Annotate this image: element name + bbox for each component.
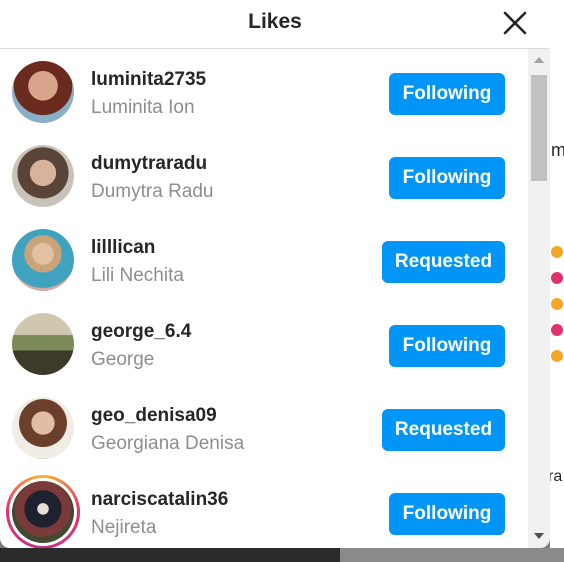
list-item: narciscatalin36 Nejireta Following	[0, 469, 528, 548]
background-text: ra	[548, 468, 563, 485]
full-name: Lili Nechita	[91, 265, 184, 286]
background-text: m	[551, 140, 564, 160]
avatar[interactable]	[12, 313, 74, 375]
scroll-down-arrow-icon[interactable]	[534, 533, 544, 539]
username[interactable]: dumytraradu	[91, 153, 207, 175]
following-button[interactable]: Following	[389, 157, 505, 199]
username[interactable]: george_6.4	[91, 321, 191, 343]
avatar[interactable]	[12, 229, 74, 291]
username[interactable]: narciscatalin36	[91, 489, 228, 511]
username[interactable]: lilllican	[91, 237, 155, 259]
scrollbar[interactable]	[528, 49, 550, 548]
following-button[interactable]: Following	[389, 73, 505, 115]
full-name: George	[91, 349, 155, 370]
list-item: dumytraradu Dumytra Radu Following	[0, 133, 528, 217]
following-button[interactable]: Following	[389, 325, 505, 367]
likes-list: luminita2735 Luminita Ion Following dumy…	[0, 49, 528, 548]
username[interactable]: geo_denisa09	[91, 405, 217, 427]
emoji-icon	[551, 298, 563, 310]
list-item: lilllican Lili Nechita Requested	[0, 217, 528, 301]
avatar-story-ring[interactable]	[6, 475, 80, 548]
avatar[interactable]	[12, 397, 74, 459]
scrollbar-thumb[interactable]	[531, 75, 547, 181]
list-item: geo_denisa09 Georgiana Denisa Requested	[0, 385, 528, 469]
emoji-icon	[551, 350, 563, 362]
close-button[interactable]	[500, 8, 530, 38]
emoji-icon	[551, 246, 563, 258]
heart-icon	[551, 272, 563, 284]
background-strip	[0, 548, 340, 562]
likes-modal: Likes luminita2735 Luminita Ion Followin…	[0, 0, 550, 548]
avatar[interactable]	[12, 145, 74, 207]
heart-icon	[551, 324, 563, 336]
close-icon	[503, 11, 527, 35]
full-name: Nejireta	[91, 517, 157, 538]
full-name: Luminita Ion	[91, 97, 195, 118]
list-item: luminita2735 Luminita Ion Following	[0, 49, 528, 133]
username[interactable]: luminita2735	[91, 69, 206, 91]
avatar[interactable]	[12, 61, 74, 123]
list-item: george_6.4 George Following	[0, 301, 528, 385]
background-strip	[340, 548, 564, 562]
scroll-up-arrow-icon[interactable]	[534, 57, 544, 63]
full-name: Georgiana Denisa	[91, 433, 245, 454]
requested-button[interactable]: Requested	[382, 409, 505, 451]
avatar	[9, 478, 77, 546]
full-name: Dumytra Radu	[91, 181, 214, 202]
modal-title: Likes	[248, 10, 302, 33]
requested-button[interactable]: Requested	[382, 241, 505, 283]
modal-header: Likes	[0, 0, 550, 49]
following-button[interactable]: Following	[389, 493, 505, 535]
